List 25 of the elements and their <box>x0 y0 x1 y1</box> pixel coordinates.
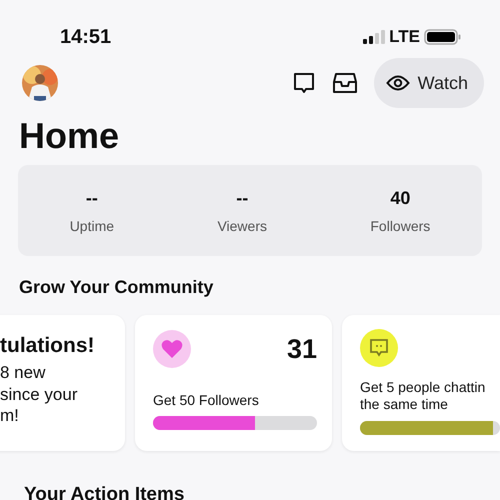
stat-value: -- <box>84 186 99 210</box>
signal-icon <box>363 30 386 44</box>
network-label: LTE <box>389 26 420 48</box>
stat-label: Followers <box>369 216 432 236</box>
section-heading: Grow Your Community <box>19 276 214 300</box>
eye-icon <box>386 74 410 92</box>
card-message: 8 new since your m! <box>0 362 78 426</box>
stat-label: Uptime <box>68 216 116 236</box>
goal-badge-icon <box>153 330 191 368</box>
goal-description: Get 50 Followers <box>153 392 260 408</box>
goal-count: 31 <box>286 333 317 366</box>
stat-label: Viewers <box>216 216 268 236</box>
battery-icon <box>424 29 462 45</box>
goal-description: Get 5 people chattin the same time <box>360 379 486 413</box>
inbox-icon[interactable] <box>332 71 358 95</box>
status-time: 14:51 <box>60 25 112 50</box>
stat-value: -- <box>235 186 250 210</box>
goal-badge-icon <box>360 329 398 368</box>
watch-button[interactable]: Watch <box>374 58 484 108</box>
stat-value: 40 <box>389 186 412 210</box>
page-title: Home <box>19 114 120 158</box>
card-title: tulations! <box>0 333 96 358</box>
avatar[interactable] <box>22 65 58 101</box>
section-heading: Your Action Items <box>24 483 186 500</box>
chat-icon[interactable] <box>292 71 316 95</box>
